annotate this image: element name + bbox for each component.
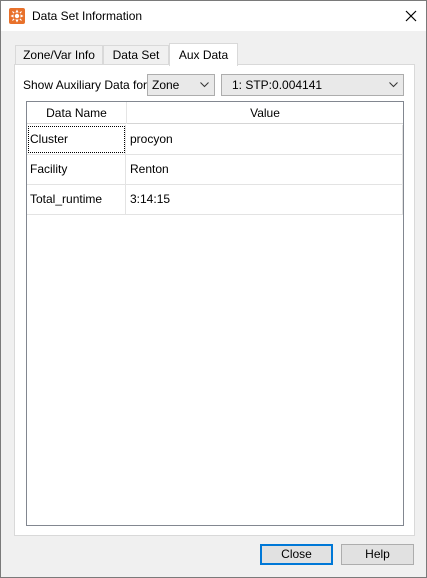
app-logo-icon	[9, 8, 25, 24]
tab-aux-data[interactable]: Aux Data	[169, 43, 238, 66]
grid-header: Data Name Value	[27, 102, 403, 124]
window-title: Data Set Information	[32, 9, 143, 23]
cell-value[interactable]: procyon	[126, 125, 403, 154]
aux-data-panel: Show Auxiliary Data for: Zone 1: STP:0.0…	[14, 64, 415, 536]
tab-data-set[interactable]: Data Set	[103, 45, 169, 65]
cell-data-name[interactable]: Cluster	[27, 125, 126, 154]
table-row[interactable]: Facility Renton	[27, 155, 403, 185]
cell-value[interactable]: 3:14:15	[126, 185, 403, 214]
aux-type-select[interactable]: Zone	[147, 74, 215, 96]
close-button[interactable]: Close	[260, 544, 333, 565]
cell-data-name[interactable]: Facility	[27, 155, 126, 184]
chevron-down-icon	[389, 82, 398, 88]
aux-type-value: Zone	[152, 78, 180, 92]
tab-zone-var-info[interactable]: Zone/Var Info	[15, 45, 103, 65]
aux-data-grid[interactable]: Data Name Value Cluster procyon Facility…	[26, 101, 404, 526]
help-button[interactable]: Help	[341, 544, 414, 565]
table-row[interactable]: Total_runtime 3:14:15	[27, 185, 403, 215]
title-bar[interactable]: Data Set Information	[1, 1, 426, 31]
aux-item-select[interactable]: 1: STP:0.004141	[221, 74, 404, 96]
cell-data-name[interactable]: Total_runtime	[27, 185, 126, 214]
aux-item-value: 1: STP:0.004141	[232, 78, 323, 92]
table-row[interactable]: Cluster procyon	[27, 125, 403, 155]
close-icon[interactable]	[396, 1, 426, 31]
column-header-value[interactable]: Value	[127, 102, 403, 124]
cell-value[interactable]: Renton	[126, 155, 403, 184]
column-header-data-name[interactable]: Data Name	[27, 102, 126, 124]
dialog-window: Data Set Information Zone/Var Info Data …	[0, 0, 427, 578]
show-aux-label: Show Auxiliary Data for:	[23, 78, 151, 92]
chevron-down-icon	[200, 82, 209, 88]
